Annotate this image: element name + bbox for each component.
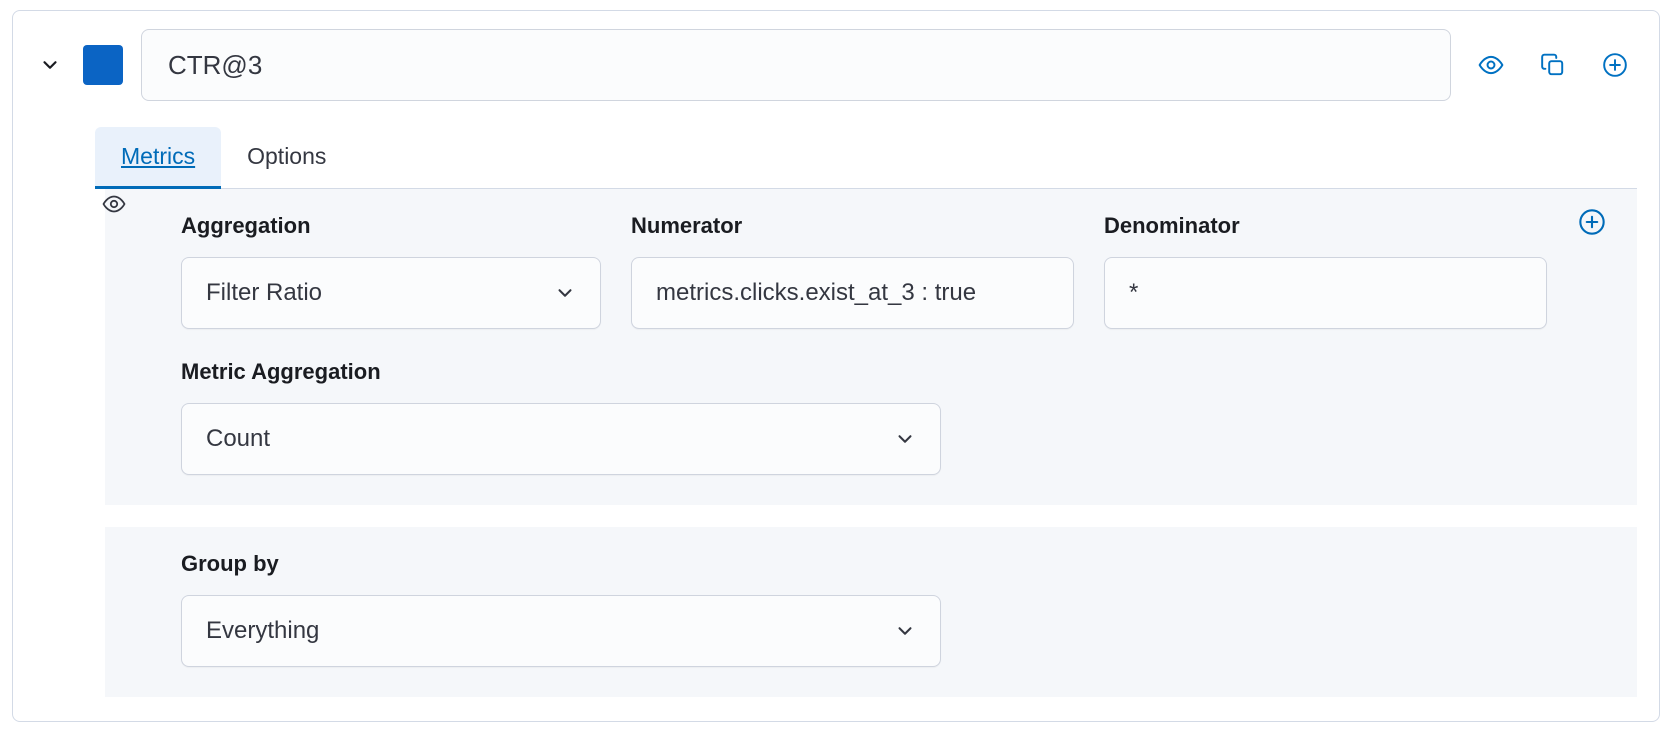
numerator-label: Numerator [631, 213, 1074, 239]
denominator-column: Denominator * [1104, 213, 1547, 329]
denominator-input[interactable]: * [1104, 257, 1547, 329]
metric-visibility-indicator[interactable] [101, 191, 127, 217]
tab-metrics[interactable]: Metrics [95, 127, 221, 189]
numerator-input[interactable]: metrics.clicks.exist_at_3 : true [631, 257, 1074, 329]
eye-icon [102, 192, 126, 216]
metric-aggregation-value: Count [206, 425, 270, 453]
aggregation-select[interactable]: Filter Ratio [181, 257, 601, 329]
denominator-value: * [1129, 279, 1138, 307]
duplicate-button[interactable] [1531, 43, 1575, 87]
copy-icon [1540, 52, 1566, 78]
group-by-section: Group by Everything [105, 527, 1637, 697]
chevron-down-icon [894, 620, 916, 642]
series-title-input[interactable] [141, 29, 1451, 101]
metric-aggregation-block: Metric Aggregation Count [135, 359, 1607, 475]
denominator-label: Denominator [1104, 213, 1547, 239]
eye-icon [1478, 52, 1504, 78]
chevron-down-icon [894, 428, 916, 450]
numerator-value: metrics.clicks.exist_at_3 : true [656, 279, 976, 307]
aggregation-column: Aggregation Filter Ratio [181, 213, 601, 329]
visibility-toggle[interactable] [1469, 43, 1513, 87]
metrics-section: Aggregation Filter Ratio Numerator metri… [105, 189, 1637, 505]
plus-circle-icon [1578, 208, 1606, 236]
tab-options[interactable]: Options [221, 127, 352, 189]
metric-aggregation-select[interactable]: Count [181, 403, 941, 475]
chevron-down-icon [554, 282, 576, 304]
aggregation-value: Filter Ratio [206, 279, 322, 307]
group-by-select[interactable]: Everything [181, 595, 941, 667]
collapse-toggle[interactable] [35, 50, 65, 80]
group-by-value: Everything [206, 617, 319, 645]
plus-circle-icon [1602, 52, 1628, 78]
metric-aggregation-label: Metric Aggregation [181, 359, 1607, 385]
panel-header [35, 29, 1637, 101]
group-by-label: Group by [181, 551, 1607, 577]
aggregation-label: Aggregation [181, 213, 601, 239]
series-color-swatch[interactable] [83, 45, 123, 85]
chevron-down-icon [39, 54, 61, 76]
tab-bar: Metrics Options [95, 127, 1637, 189]
metric-panel: Metrics Options Aggregation Filter Ratio… [12, 10, 1660, 722]
numerator-column: Numerator metrics.clicks.exist_at_3 : tr… [631, 213, 1074, 329]
add-series-button[interactable] [1593, 43, 1637, 87]
add-metric-button[interactable] [1577, 207, 1607, 237]
